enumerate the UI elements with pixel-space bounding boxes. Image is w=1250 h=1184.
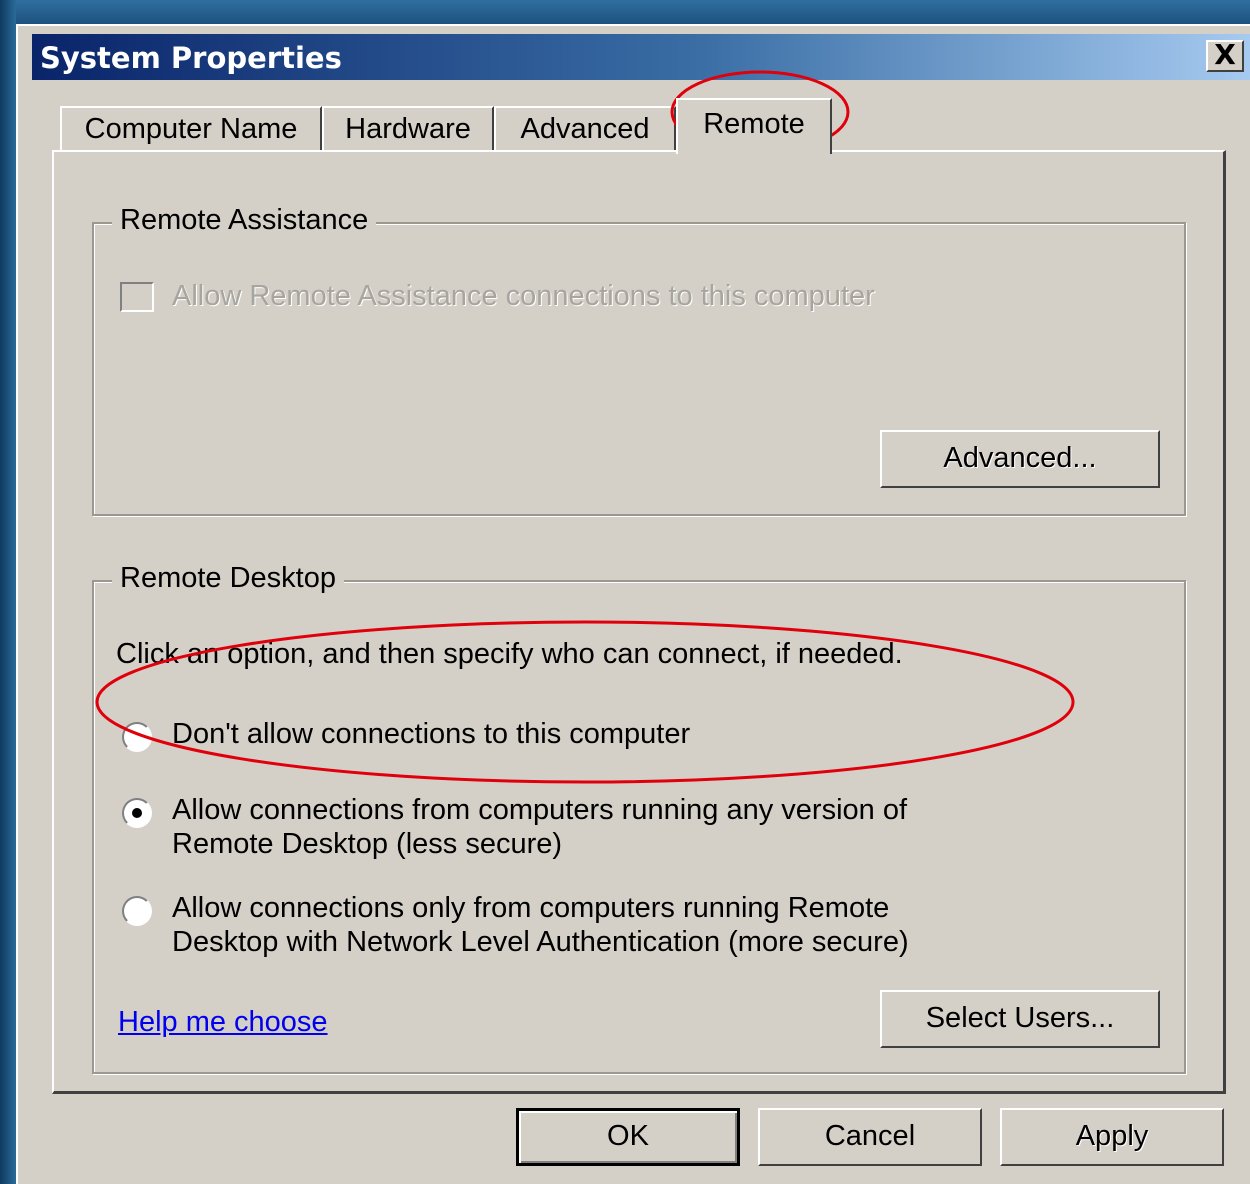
remote-desktop-group: Remote Desktop Click an option, and then…	[92, 562, 1186, 1074]
ok-button[interactable]: OK	[516, 1108, 740, 1166]
remote-desktop-legend: Remote Desktop	[112, 562, 344, 595]
desktop-background	[0, 0, 1250, 24]
allow-any-version-label-line2[interactable]: Remote Desktop (less secure)	[172, 828, 562, 861]
help-me-choose-link[interactable]: Help me choose	[118, 1006, 328, 1039]
desktop-edge	[0, 0, 16, 1184]
dont-allow-connections-radio[interactable]	[122, 722, 152, 752]
allow-nla-only-label-line1[interactable]: Allow connections only from computers ru…	[172, 892, 889, 925]
remote-tab-panel: Remote Assistance Allow Remote Assistanc…	[52, 150, 1226, 1094]
tab-remote[interactable]: Remote	[676, 98, 832, 154]
allow-nla-only-label-line2[interactable]: Desktop with Network Level Authenticatio…	[172, 926, 909, 959]
allow-any-version-radio[interactable]	[122, 798, 152, 828]
dont-allow-connections-label[interactable]: Don't allow connections to this computer	[172, 718, 690, 751]
remote-assistance-legend: Remote Assistance	[112, 204, 377, 237]
tab-computer-name[interactable]: Computer Name	[60, 106, 322, 152]
allow-nla-only-radio[interactable]	[122, 896, 152, 926]
title-bar[interactable]: System Properties X	[32, 34, 1250, 80]
remote-assistance-advanced-button[interactable]: Advanced...	[880, 430, 1160, 488]
close-button[interactable]: X	[1206, 40, 1244, 72]
window-title: System Properties	[40, 41, 342, 75]
system-properties-dialog: System Properties X Computer Name Hardwa…	[16, 24, 1250, 1184]
allow-remote-assistance-checkbox[interactable]	[120, 282, 154, 312]
tab-hardware[interactable]: Hardware	[322, 106, 494, 152]
remote-assistance-group: Remote Assistance Allow Remote Assistanc…	[92, 204, 1186, 516]
apply-button[interactable]: Apply	[1000, 1108, 1224, 1166]
select-users-button[interactable]: Select Users...	[880, 990, 1160, 1048]
remote-desktop-instruction: Click an option, and then specify who ca…	[116, 638, 903, 670]
allow-any-version-label-line1[interactable]: Allow connections from computers running…	[172, 794, 907, 827]
cancel-button[interactable]: Cancel	[758, 1108, 982, 1166]
allow-remote-assistance-label: Allow Remote Assistance connections to t…	[172, 280, 875, 312]
tab-advanced[interactable]: Advanced	[494, 106, 676, 152]
